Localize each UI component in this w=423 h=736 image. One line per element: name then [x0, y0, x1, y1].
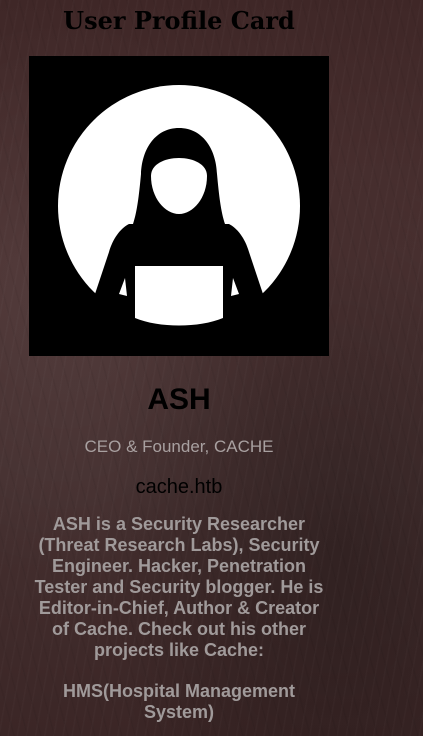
- profile-card: ASH CEO & Founder, CACHE cache.htb ASH i…: [29, 56, 329, 723]
- profile-bio: ASH is a Security Researcher (Threat Res…: [34, 514, 324, 660]
- profile-domain: cache.htb: [135, 476, 223, 498]
- page-title: User Profile Card: [63, 6, 295, 35]
- hooded-hacker-icon: [29, 56, 329, 356]
- avatar: [29, 56, 329, 356]
- project-link[interactable]: HMS(Hospital Management System): [29, 681, 329, 723]
- profile-name: ASH: [147, 383, 211, 416]
- profile-role: CEO & Founder, CACHE: [84, 437, 274, 456]
